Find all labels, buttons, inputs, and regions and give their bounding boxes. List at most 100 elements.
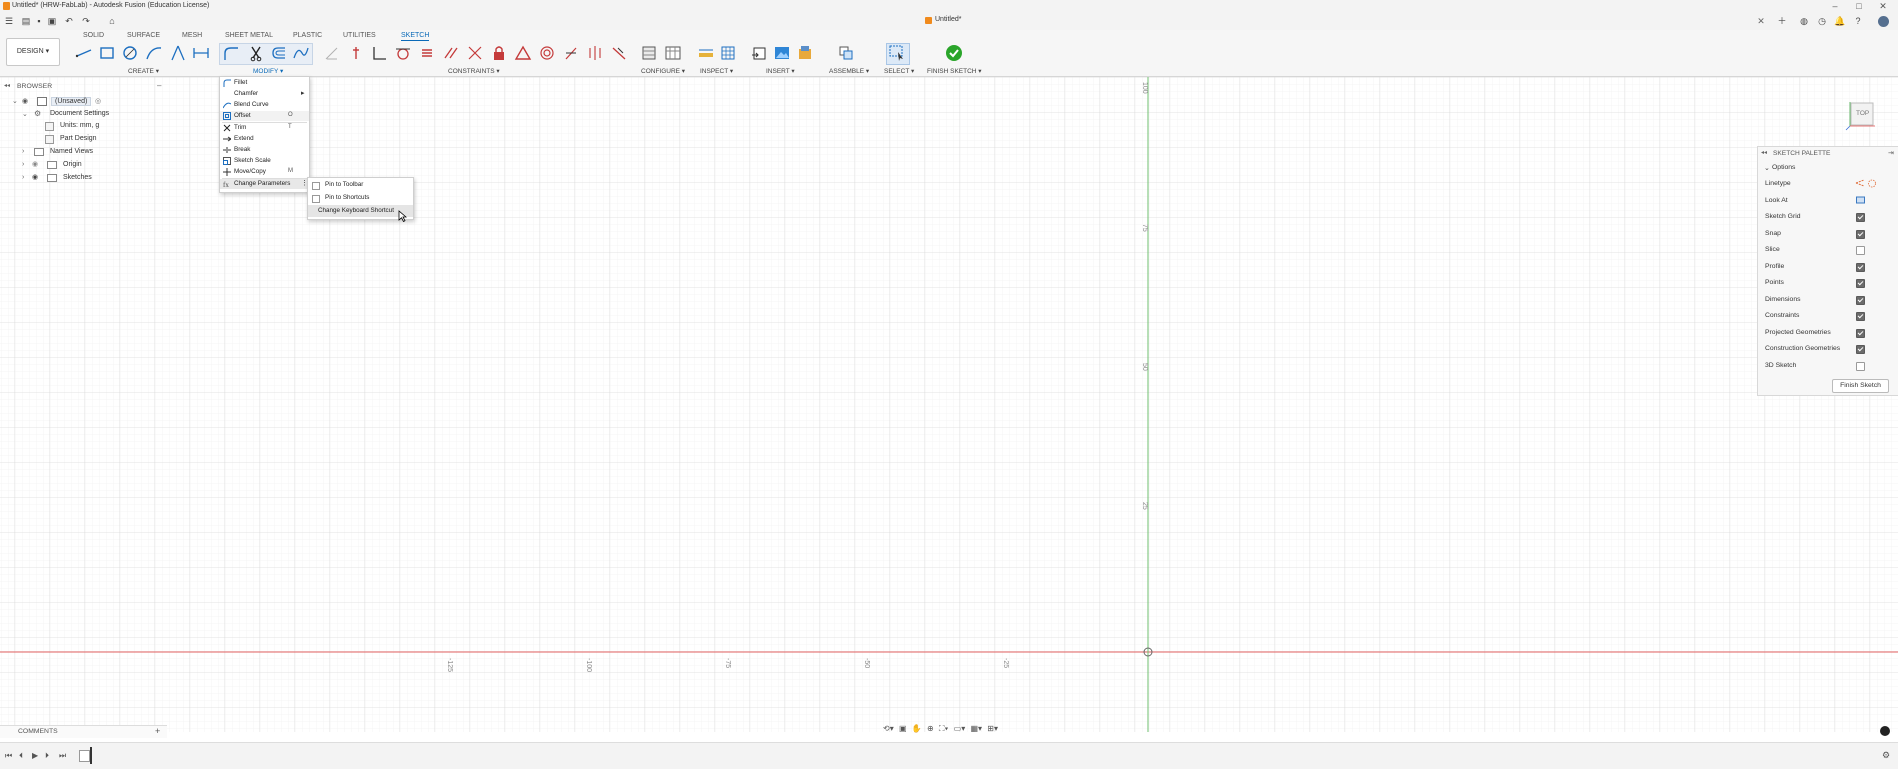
construction-geometries-checkbox[interactable] (1856, 345, 1865, 354)
fit-icon[interactable]: ⛶▾ (939, 724, 949, 733)
pan-icon[interactable]: ✋ (912, 724, 922, 733)
chevron-down-icon[interactable]: ⌄ (22, 110, 28, 118)
select-window-icon[interactable] (888, 44, 906, 62)
midpoint-triangle-icon[interactable] (514, 44, 532, 62)
constraints-menu[interactable]: CONSTRAINTS ▾ (448, 67, 500, 75)
triangle-icon[interactable] (169, 44, 187, 62)
avatar[interactable] (1878, 16, 1889, 27)
tab-sheet-metal[interactable]: SHEET METAL (225, 32, 273, 39)
close-tab-icon[interactable]: ✕ (1755, 15, 1767, 27)
design-workspace-button[interactable]: DESIGN ▾ (6, 38, 60, 66)
dimensions-checkbox[interactable] (1856, 296, 1865, 305)
minimize-icon[interactable]: – (1828, 1, 1842, 11)
construction-linetype-icon[interactable] (1855, 179, 1865, 188)
perpendicular-icon[interactable] (371, 44, 389, 62)
create-menu[interactable]: CREATE ▾ (128, 67, 159, 75)
activate-radio-icon[interactable]: ◎ (95, 97, 101, 105)
pin-shortcuts-checkbox[interactable] (312, 195, 320, 203)
finish-sketch-check-icon[interactable] (945, 44, 963, 62)
browser-collapse-icon[interactable]: ◂◂ (4, 82, 10, 89)
menu-item-fillet[interactable]: Fillet (220, 78, 309, 88)
spline-icon[interactable] (292, 44, 310, 62)
visibility-eye-icon[interactable]: ◉ (32, 173, 38, 181)
browser-units[interactable]: Units: mm, g (60, 122, 99, 129)
trim-icon[interactable] (247, 44, 265, 62)
tab-plastic[interactable]: PLASTIC (293, 32, 322, 39)
browser-document-settings[interactable]: Document Settings (50, 110, 109, 117)
arc-icon[interactable] (145, 44, 163, 62)
palette-expand-icon[interactable]: ⇥ (1888, 149, 1894, 157)
modify-menu-button[interactable]: MODIFY ▾ (253, 67, 283, 75)
look-at-nav-icon[interactable]: ▣ (899, 724, 907, 733)
chevron-right-icon[interactable]: › (22, 174, 24, 181)
extensions-icon[interactable]: ◍ (1798, 15, 1810, 27)
display-settings-icon[interactable]: ▭▾ (954, 724, 966, 733)
browser-part-design[interactable]: Part Design (60, 135, 97, 142)
visibility-eye-icon[interactable]: ◉ (22, 97, 28, 105)
menu-item-move-copy[interactable]: Move/Copy M (220, 167, 309, 177)
go-to-end-icon[interactable]: ⏭ (59, 751, 66, 761)
chevron-right-icon[interactable]: › (22, 161, 24, 168)
menu-item-extend[interactable]: Extend (220, 134, 309, 144)
chat-bubble-icon[interactable] (1880, 726, 1890, 736)
zoom-icon[interactable]: ⊕ (927, 724, 934, 733)
points-checkbox[interactable] (1856, 279, 1865, 288)
concentric-icon[interactable] (538, 44, 556, 62)
menu-item-break[interactable]: Break (220, 145, 309, 155)
configure-menu[interactable]: CONFIGURE ▾ (641, 67, 685, 75)
step-forward-icon[interactable]: ⏵ (45, 751, 49, 761)
browser-named-views[interactable]: Named Views (50, 148, 93, 155)
inspect-menu[interactable]: INSPECT ▾ (700, 67, 733, 75)
menu-item-chamfer[interactable]: Chamfer ▸ (220, 89, 309, 99)
palette-options-header[interactable]: Options (1772, 164, 1795, 171)
viewcube[interactable]: TOP (1845, 97, 1879, 131)
sketch-grid-checkbox[interactable] (1856, 213, 1865, 222)
collinear-icon[interactable] (466, 44, 484, 62)
palette-collapse-icon[interactable]: ◂◂ (1761, 149, 1767, 156)
orbit-icon[interactable]: ⟲▾ (883, 724, 894, 733)
browser-pin-icon[interactable]: – (157, 81, 161, 90)
browser-origin[interactable]: Origin (63, 161, 82, 168)
browser-sketches[interactable]: Sketches (63, 174, 92, 181)
play-icon[interactable]: ▶ (32, 751, 38, 760)
add-comment-icon[interactable]: + (155, 726, 160, 736)
undo-icon[interactable]: ↶ (63, 15, 75, 27)
tab-solid[interactable]: SOLID (83, 32, 104, 39)
projected-geometries-checkbox[interactable] (1856, 329, 1865, 338)
grid-settings-icon[interactable]: ▦▾ (970, 724, 982, 733)
parallel-icon[interactable] (442, 44, 460, 62)
finish-sketch-menu[interactable]: FINISH SKETCH ▾ (927, 67, 982, 75)
menu-item-pin-to-toolbar[interactable]: Pin to Toolbar (308, 179, 413, 191)
browser-root[interactable]: (Unsaved) (51, 97, 92, 106)
save-icon[interactable]: ▪ (33, 15, 45, 27)
insert-image-icon[interactable] (773, 44, 791, 62)
menu-item-blend-curve[interactable]: Blend Curve (220, 100, 309, 110)
vertical-constraint-icon[interactable] (347, 44, 365, 62)
centerline-linetype-icon[interactable] (1867, 179, 1877, 188)
chevron-right-icon[interactable]: › (22, 148, 24, 155)
visibility-eye-icon[interactable]: ◉ (32, 160, 38, 168)
go-to-start-icon[interactable]: ⏮ (5, 751, 12, 761)
timeline-sketch-feature-icon[interactable] (79, 750, 90, 762)
measure-icon[interactable] (697, 44, 715, 62)
circle-icon[interactable] (121, 44, 139, 62)
parameters-table-icon[interactable] (640, 44, 658, 62)
tangent-icon[interactable] (394, 44, 412, 62)
line-icon[interactable] (75, 44, 93, 62)
rectangle-icon[interactable] (98, 44, 116, 62)
menu-icon[interactable]: ☰ (3, 15, 15, 27)
menu-item-sketch-scale[interactable]: Sketch Scale (220, 156, 309, 166)
snap-checkbox[interactable] (1856, 230, 1865, 239)
slice-checkbox[interactable] (1856, 246, 1865, 255)
tab-surface[interactable]: SURFACE (127, 32, 160, 39)
pin-toolbar-checkbox[interactable] (312, 182, 320, 190)
configuration-table-icon[interactable] (664, 44, 682, 62)
mirror-icon[interactable] (192, 44, 210, 62)
select-menu[interactable]: SELECT ▾ (884, 67, 914, 75)
fillet-icon[interactable] (222, 44, 240, 62)
fix-lock-icon[interactable] (490, 44, 508, 62)
document-tab[interactable]: Untitled* (935, 16, 961, 23)
options-chevron-icon[interactable]: ⌄ (1764, 164, 1770, 172)
insert-menu[interactable]: INSERT ▾ (766, 67, 795, 75)
maximize-icon[interactable]: □ (1852, 1, 1866, 11)
